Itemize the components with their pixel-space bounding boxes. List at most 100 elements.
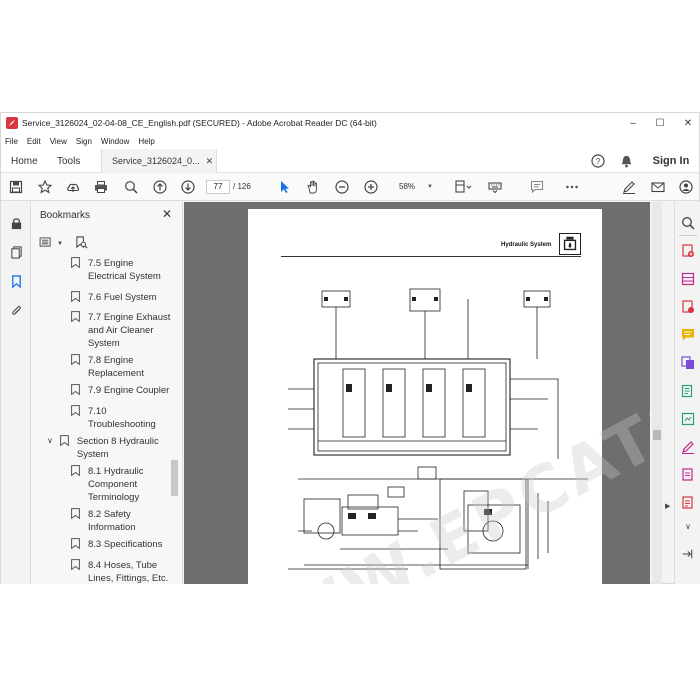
notification-bell-icon[interactable] <box>617 153 635 169</box>
bookmark-options-icon[interactable] <box>39 237 54 250</box>
bookmark-item[interactable]: 8.3 Specifications <box>31 538 171 551</box>
fill-sign-icon[interactable] <box>681 440 695 454</box>
upload-cloud-icon[interactable] <box>65 179 81 195</box>
menu-sign[interactable]: Sign <box>76 137 92 146</box>
menu-file[interactable]: File <box>5 137 18 146</box>
bookmark-item[interactable]: 8.1 Hydraulic Component Terminology <box>31 465 171 504</box>
chevron-down-icon[interactable]: ∨ <box>47 435 53 447</box>
export-pdf-icon[interactable] <box>681 300 695 314</box>
search-tool-icon[interactable] <box>681 216 695 230</box>
more-pdf-tools-icon[interactable] <box>681 496 695 510</box>
close-tab-icon[interactable]: ✕ <box>206 156 214 167</box>
bookmark-item[interactable]: 8.2 Safety Information <box>31 508 171 534</box>
select-cursor-icon[interactable] <box>277 179 293 195</box>
comment-tool-icon[interactable] <box>681 328 695 342</box>
comment-icon[interactable] <box>529 179 545 195</box>
print-icon[interactable] <box>93 179 109 195</box>
help-icon[interactable]: ? <box>589 153 607 169</box>
find-bookmark-icon[interactable] <box>75 236 88 251</box>
bookmark-item[interactable]: 7.10 Troubleshooting <box>31 405 171 431</box>
lock-icon[interactable] <box>7 214 25 232</box>
bookmark-label: Lines, Fittings, Etc. <box>88 573 169 584</box>
create-pdf-icon[interactable] <box>681 244 695 258</box>
zoom-out-icon[interactable] <box>334 179 350 195</box>
bookmark-item[interactable]: 7.7 Engine Exhaust and Air Cleaner System <box>31 311 171 350</box>
menu-window[interactable]: Window <box>101 137 129 146</box>
zoom-search-icon[interactable] <box>123 179 139 195</box>
tab-document-label: Service_3126024_0... <box>112 156 200 166</box>
chevron-down-icon[interactable]: ▼ <box>57 241 63 247</box>
document-viewport[interactable]: Hydraulic System <box>184 202 650 584</box>
bookmark-item[interactable]: 8.4 Hoses, Tube Lines, Fittings, Etc. <box>31 559 171 584</box>
bookmark-ribbon-icon <box>71 465 80 476</box>
chevron-down-icon: ▼ <box>427 184 433 190</box>
hand-tool-icon[interactable] <box>305 179 321 195</box>
page-fit-icon[interactable] <box>453 179 475 195</box>
bookmark-item[interactable]: 7.6 Fuel System <box>31 291 171 304</box>
bookmarks-header: Bookmarks <box>40 210 91 221</box>
sign-in-button[interactable]: Sign In <box>651 153 691 169</box>
document-scrollbar[interactable] <box>652 202 662 584</box>
svg-text:?: ? <box>596 157 601 166</box>
page-number-input[interactable]: 77 <box>206 180 230 194</box>
window-title: Service_3126024_02-04-08_CE_English.pdf … <box>22 118 377 128</box>
edit-pdf-icon[interactable] <box>681 384 695 398</box>
zoom-level-dropdown[interactable]: 58% ▼ <box>391 180 437 194</box>
menu-view[interactable]: View <box>50 137 67 146</box>
close-window-button[interactable]: ✕ <box>673 113 700 133</box>
bookmark-label: 7.10 <box>88 406 107 417</box>
organize-pages-icon[interactable] <box>681 272 695 286</box>
bookmarks-scroll-thumb[interactable] <box>171 460 178 496</box>
hydraulic-section-logo-icon <box>559 233 581 255</box>
bookmark-label: System <box>88 338 120 349</box>
bookmark-item[interactable]: 7.5 Engine Electrical System <box>31 257 171 283</box>
attachments-paperclip-icon[interactable] <box>7 301 25 319</box>
tab-tools[interactable]: Tools <box>57 149 80 173</box>
bookmark-label: 7.5 Engine <box>88 258 134 269</box>
bookmark-item[interactable]: 7.9 Engine Coupler <box>31 384 171 397</box>
email-icon[interactable] <box>650 179 666 195</box>
acrobat-window: Service_3126024_02-04-08_CE_English.pdf … <box>0 112 700 584</box>
chevron-down-icon[interactable]: ∨ <box>681 522 695 536</box>
bookmark-label: Information <box>88 522 136 533</box>
bookmark-label: 8.3 Specifications <box>88 539 163 550</box>
zoom-level-value: 58% <box>399 182 416 191</box>
document-scroll-thumb[interactable] <box>653 430 661 440</box>
menu-help[interactable]: Help <box>138 137 154 146</box>
main-toolbar: 77 / 126 58% ▼ <box>1 173 699 201</box>
bookmark-label: Terminology <box>88 492 140 503</box>
sign-pen-icon[interactable] <box>621 179 637 195</box>
next-page-icon[interactable] <box>180 179 196 195</box>
bookmarks-scrollbar[interactable] <box>171 260 178 580</box>
collapse-tools-pane-icon[interactable] <box>681 548 695 562</box>
maximize-button[interactable]: ☐ <box>645 113 675 133</box>
bookmarks-panel-icon[interactable] <box>7 272 25 290</box>
bookmark-ribbon-icon <box>71 559 80 570</box>
bookmark-item[interactable]: 7.8 Engine Replacement <box>31 354 171 380</box>
bookmark-section-8[interactable]: ∨ Section 8 Hydraulic System <box>31 435 171 461</box>
bookmark-label: Section 8 Hydraulic <box>76 436 159 447</box>
menu-edit[interactable]: Edit <box>27 137 41 146</box>
bookmark-star-icon[interactable] <box>37 179 53 195</box>
scan-enhance-icon[interactable] <box>681 412 695 426</box>
zoom-in-icon[interactable] <box>363 179 379 195</box>
account-icon[interactable] <box>678 179 694 195</box>
protect-pdf-icon[interactable] <box>681 468 695 482</box>
tab-document[interactable]: Service_3126024_0... ✕ <box>101 149 217 173</box>
keyboard-icon[interactable] <box>487 179 503 195</box>
bookmark-ribbon-icon <box>59 435 69 446</box>
save-icon[interactable] <box>8 179 24 195</box>
more-tools-icon[interactable] <box>564 179 580 195</box>
bookmark-ribbon-icon <box>71 257 80 268</box>
minimize-button[interactable]: – <box>618 113 648 133</box>
page-thumbnails-icon[interactable] <box>7 243 25 261</box>
bookmark-ribbon-icon <box>71 354 80 365</box>
tab-home[interactable]: Home <box>11 149 38 173</box>
bookmark-label: Replacement <box>88 368 144 379</box>
close-bookmarks-icon[interactable]: ✕ <box>162 207 172 221</box>
expand-panel-right-icon[interactable]: ▶ <box>665 502 670 510</box>
bookmarks-panel: Bookmarks ✕ ▼ 7.5 Engine Electrical Syste… <box>31 202 183 584</box>
previous-page-icon[interactable] <box>152 179 168 195</box>
bookmark-label: 7.6 Fuel System <box>88 292 157 303</box>
combine-files-icon[interactable] <box>681 356 695 370</box>
